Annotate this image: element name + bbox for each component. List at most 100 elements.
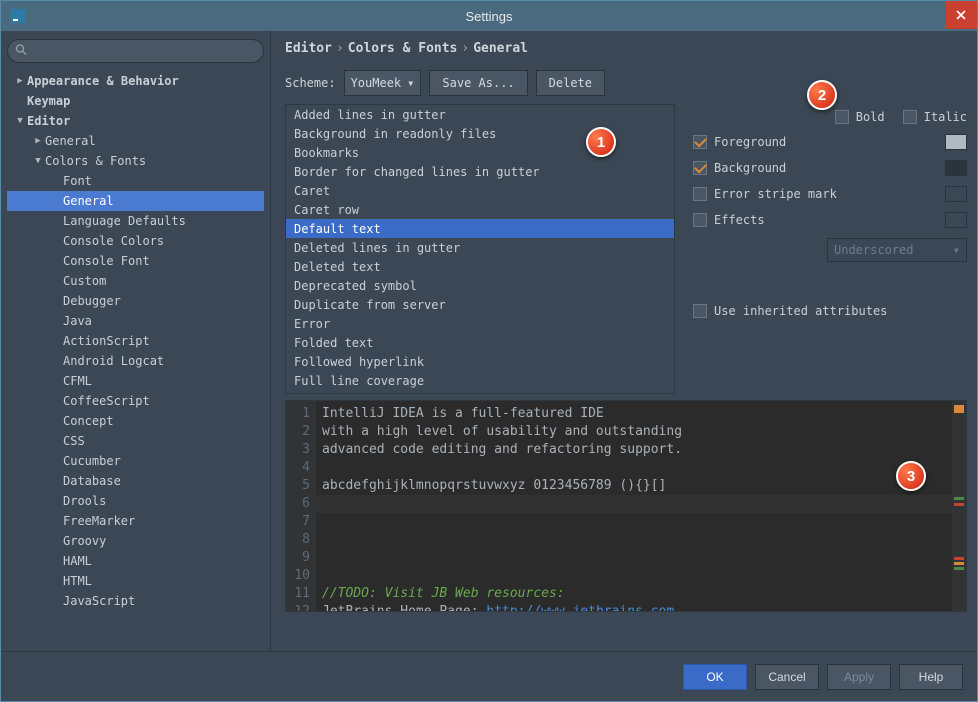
tree-item-label: CoffeeScript: [63, 394, 264, 408]
tree-item[interactable]: Concept: [7, 411, 264, 431]
list-item[interactable]: Folded text: [286, 333, 674, 352]
tree-item-label: Android Logcat: [63, 354, 264, 368]
delete-button[interactable]: Delete: [536, 70, 605, 96]
list-item[interactable]: Deleted lines in gutter: [286, 238, 674, 257]
chevron-right-icon: ▶: [13, 76, 27, 86]
error-stripe-checkbox[interactable]: Error stripe mark: [693, 187, 837, 201]
list-item[interactable]: Full line coverage: [286, 371, 674, 390]
effects-type-select[interactable]: Underscored▾: [827, 238, 967, 262]
preview-editor[interactable]: 123456789101112 IntelliJ IDEA is a full-…: [285, 400, 967, 612]
ok-button[interactable]: OK: [683, 664, 747, 690]
list-item[interactable]: Border for changed lines in gutter: [286, 162, 674, 181]
list-item[interactable]: Deprecated symbol: [286, 276, 674, 295]
tree-item[interactable]: Console Font: [7, 251, 264, 271]
chevron-down-icon: ▾: [953, 243, 960, 257]
tree-item[interactable]: Custom: [7, 271, 264, 291]
tree-item[interactable]: Keymap: [7, 91, 264, 111]
effects-checkbox[interactable]: Effects: [693, 213, 765, 227]
tree-item[interactable]: CSS: [7, 431, 264, 451]
list-item[interactable]: Caret row: [286, 200, 674, 219]
scheme-label: Scheme:: [285, 76, 336, 90]
effects-swatch[interactable]: [945, 212, 967, 228]
background-checkbox[interactable]: Background: [693, 161, 786, 175]
stripe-marker[interactable]: [954, 405, 964, 413]
tree-item[interactable]: JavaScript: [7, 591, 264, 611]
help-button[interactable]: Help: [899, 664, 963, 690]
cancel-button[interactable]: Cancel: [755, 664, 819, 690]
code-line: abcdefghijklmnopqrstuvwxyz 0123456789 ()…: [322, 477, 952, 495]
chevron-down-icon: ▼: [13, 116, 27, 126]
color-items-list[interactable]: 1 Added lines in gutterBackground in rea…: [285, 104, 675, 394]
list-item[interactable]: Duplicate from server: [286, 295, 674, 314]
code-line: IntelliJ IDEA is a full-featured IDE: [322, 405, 952, 423]
scheme-select[interactable]: YouMeek ▾: [344, 70, 422, 96]
code-line: [322, 567, 952, 585]
tree-item[interactable]: Android Logcat: [7, 351, 264, 371]
tree-item[interactable]: CoffeeScript: [7, 391, 264, 411]
tree-item[interactable]: Font: [7, 171, 264, 191]
tree-item[interactable]: ▶Appearance & Behavior: [7, 71, 264, 91]
tree-item[interactable]: ▼Editor: [7, 111, 264, 131]
code-line: [322, 531, 952, 549]
tree-item[interactable]: Debugger: [7, 291, 264, 311]
stripe-marker[interactable]: [954, 557, 964, 560]
list-item[interactable]: Error: [286, 314, 674, 333]
tree-item[interactable]: HAML: [7, 551, 264, 571]
code-line: [322, 459, 952, 477]
tree-item[interactable]: General: [7, 191, 264, 211]
background-swatch[interactable]: [945, 160, 967, 176]
italic-checkbox[interactable]: Italic: [903, 110, 967, 124]
chevron-right-icon: ▶: [31, 136, 45, 146]
tree-item[interactable]: Database: [7, 471, 264, 491]
caret-row-highlight: [316, 495, 952, 513]
tree-item[interactable]: Console Colors: [7, 231, 264, 251]
tree-item[interactable]: Cucumber: [7, 451, 264, 471]
stripe-marker[interactable]: [954, 497, 964, 500]
stripe-marker[interactable]: [954, 562, 964, 565]
tree-item-label: Editor: [27, 114, 264, 128]
tree-item[interactable]: HTML: [7, 571, 264, 591]
tree-item[interactable]: ActionScript: [7, 331, 264, 351]
tree-item[interactable]: CFML: [7, 371, 264, 391]
tree-item-label: FreeMarker: [63, 514, 264, 528]
tree-item[interactable]: FreeMarker: [7, 511, 264, 531]
main-panel: Editor›Colors & Fonts›General Scheme: Yo…: [271, 31, 977, 651]
tree-item-label: Language Defaults: [63, 214, 264, 228]
tree-item-label: Java: [63, 314, 264, 328]
list-item[interactable]: Followed hyperlink: [286, 352, 674, 371]
window-title: Settings: [466, 9, 513, 24]
list-item[interactable]: Added lines in gutter: [286, 105, 674, 124]
tree-item[interactable]: Language Defaults: [7, 211, 264, 231]
tree-item-label: Console Colors: [63, 234, 264, 248]
foreground-swatch[interactable]: [945, 134, 967, 150]
search-input[interactable]: [7, 39, 264, 63]
chevron-down-icon: ▼: [31, 156, 45, 166]
breadcrumb: Editor›Colors & Fonts›General: [285, 41, 967, 56]
tree-item-label: ActionScript: [63, 334, 264, 348]
hyperlink[interactable]: http://www.jetbrains.com: [486, 604, 674, 612]
code-line: //TODO: Visit JB Web resources:: [322, 585, 952, 603]
settings-tree[interactable]: ▶Appearance & BehaviorKeymap▼Editor▶Gene…: [7, 71, 264, 645]
list-item[interactable]: Bookmarks: [286, 143, 674, 162]
stripe-marker[interactable]: [954, 503, 964, 506]
tree-item[interactable]: Java: [7, 311, 264, 331]
tree-item[interactable]: ▶General: [7, 131, 264, 151]
foreground-checkbox[interactable]: Foreground: [693, 135, 786, 149]
preview-code: IntelliJ IDEA is a full-featured IDEwith…: [316, 401, 952, 611]
attributes-panel: 2 Bold Italic Foreground Background E: [693, 104, 967, 394]
error-stripe[interactable]: [952, 401, 966, 611]
stripe-marker[interactable]: [954, 567, 964, 570]
error-stripe-swatch[interactable]: [945, 186, 967, 202]
tree-item[interactable]: Drools: [7, 491, 264, 511]
close-button[interactable]: [945, 1, 977, 29]
list-item[interactable]: Caret: [286, 181, 674, 200]
chevron-down-icon: ▾: [407, 76, 414, 90]
bold-checkbox[interactable]: Bold: [835, 110, 885, 124]
tree-item[interactable]: ▼Colors & Fonts: [7, 151, 264, 171]
tree-item[interactable]: Groovy: [7, 531, 264, 551]
save-as-button[interactable]: Save As...: [429, 70, 527, 96]
list-item[interactable]: Default text: [286, 219, 674, 238]
inherited-checkbox[interactable]: Use inherited attributes: [693, 304, 967, 318]
apply-button[interactable]: Apply: [827, 664, 891, 690]
list-item[interactable]: Deleted text: [286, 257, 674, 276]
